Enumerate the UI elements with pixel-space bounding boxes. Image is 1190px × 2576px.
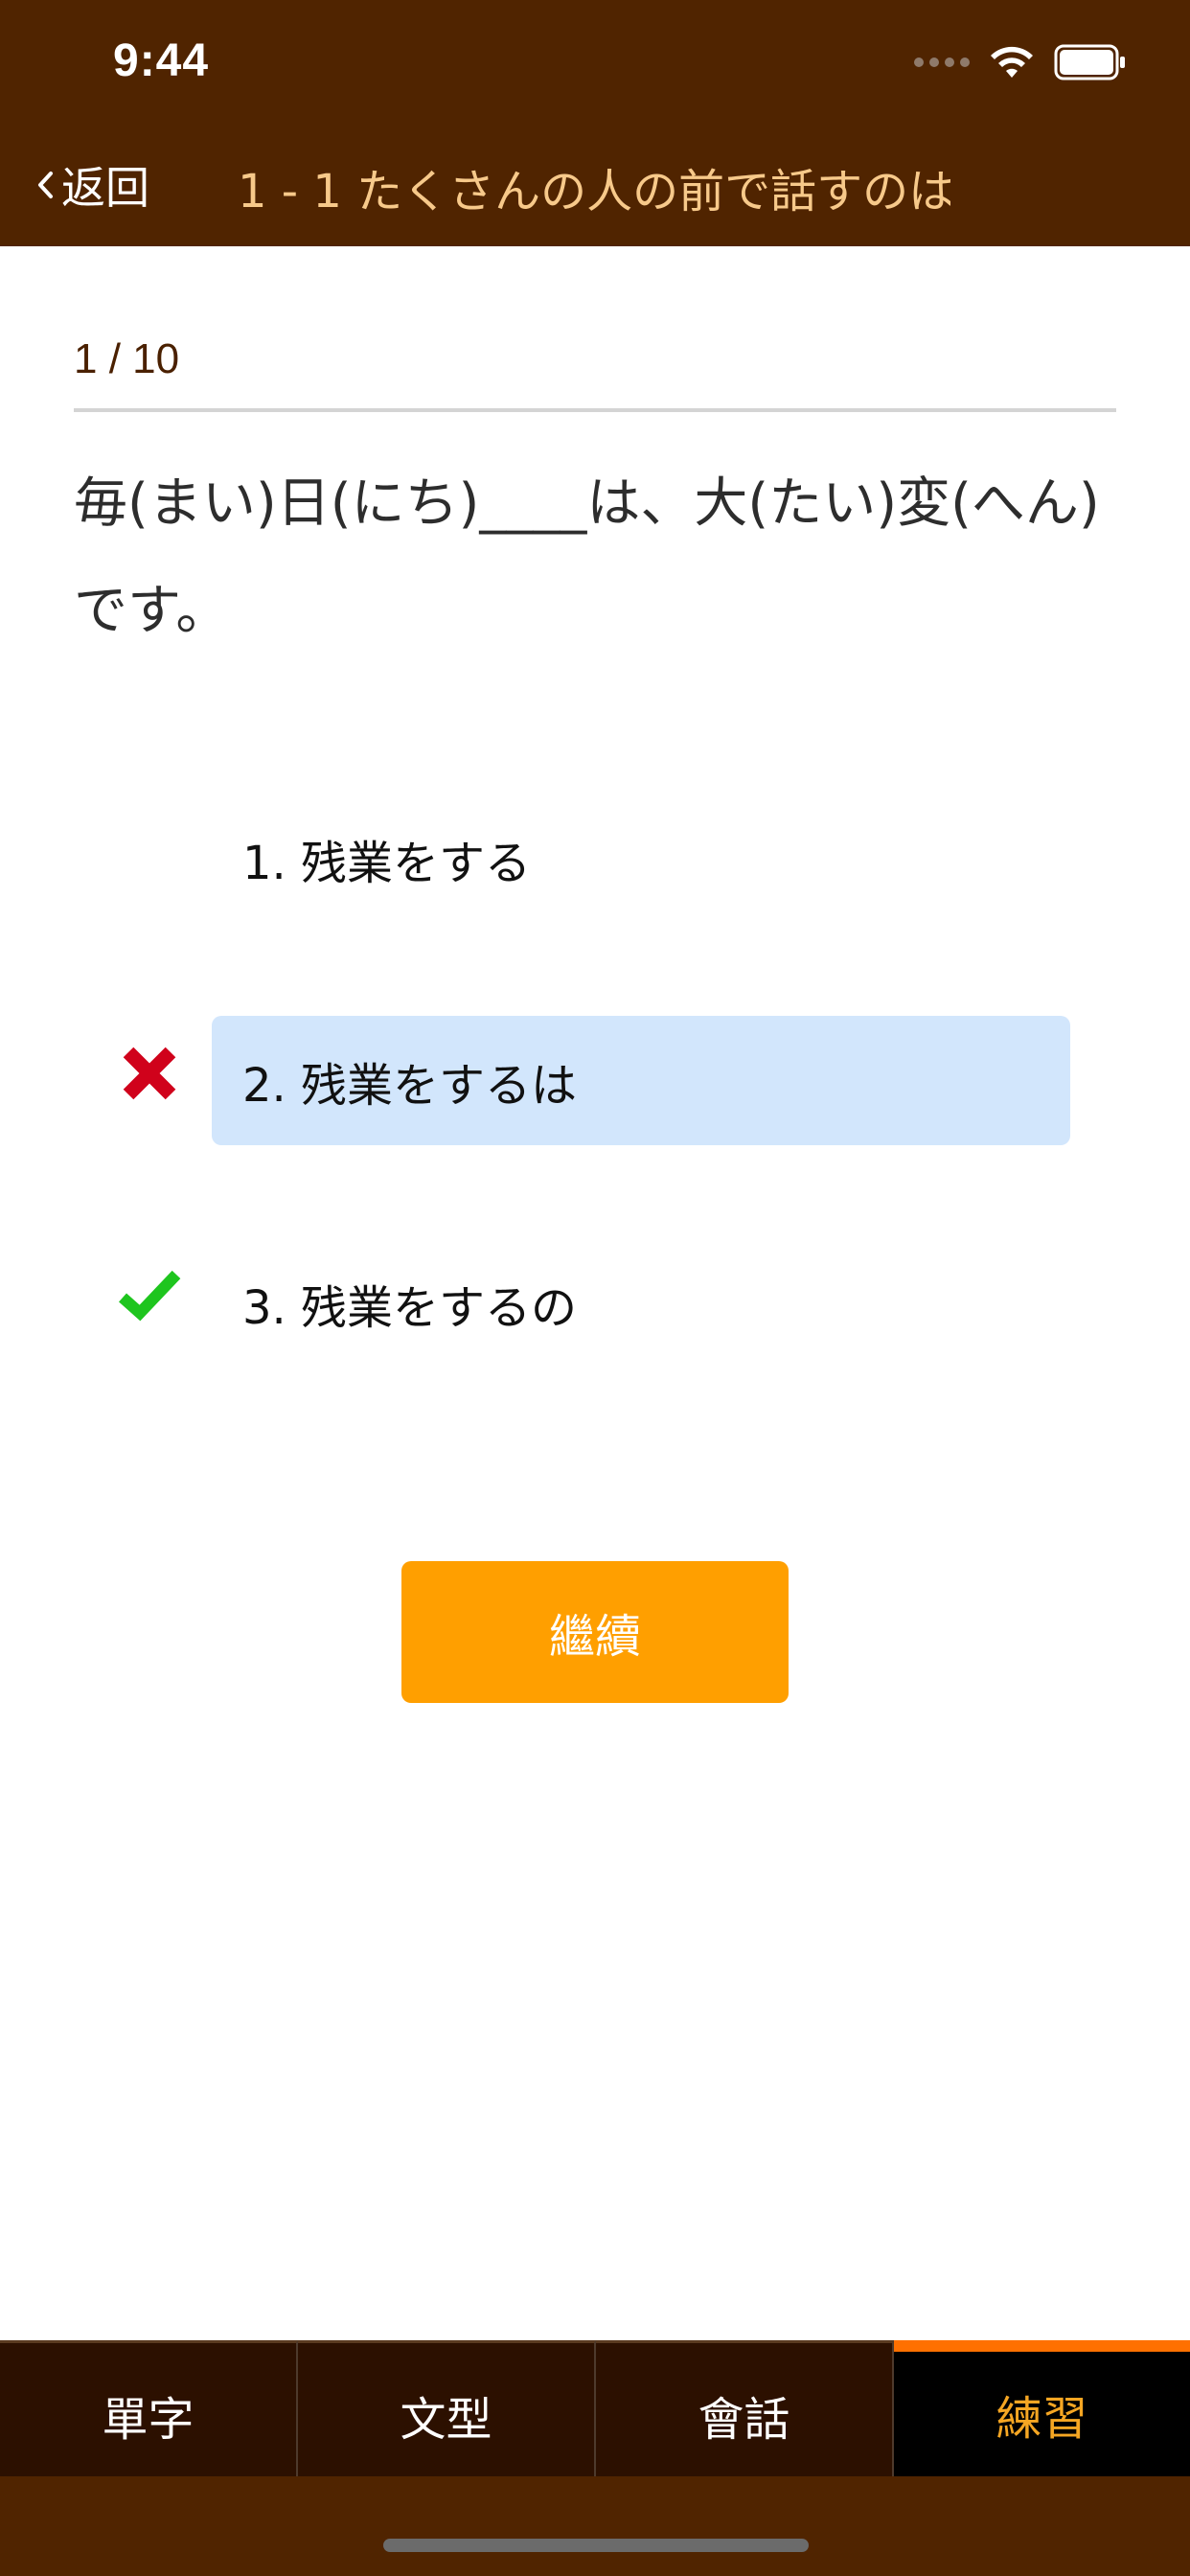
wifi-icon bbox=[991, 46, 1033, 78]
back-label: 返回 bbox=[61, 162, 149, 214]
status-icons bbox=[914, 44, 1127, 80]
divider bbox=[74, 408, 1116, 412]
page-title: 1 - 1 たくさんの人の前で話すのは bbox=[238, 165, 950, 218]
chevron-left-icon bbox=[38, 172, 53, 198]
correct-check-icon bbox=[119, 1270, 181, 1322]
answer-option-1[interactable]: 1. 残業をする bbox=[212, 794, 1070, 923]
tab-conversation[interactable]: 會話 bbox=[596, 2340, 894, 2476]
continue-label: 繼續 bbox=[548, 1610, 641, 1664]
continue-button[interactable]: 繼續 bbox=[401, 1561, 789, 1703]
question-progress: 1 / 10 bbox=[74, 335, 180, 382]
cellular-dots-icon bbox=[914, 58, 970, 67]
top-bar: 9:44 返回 1 - 1 たくさんの人の前で話すのは bbox=[0, 0, 1190, 246]
answer-option-label: 3. 残業をするの bbox=[242, 1280, 578, 1335]
answer-option-label: 2. 残業をするは bbox=[242, 1058, 578, 1113]
answer-option-3[interactable]: 3. 残業をするの bbox=[212, 1238, 1070, 1368]
battery-icon bbox=[1054, 44, 1125, 80]
tab-bar: 單字 文型 會話 練習 bbox=[0, 2340, 1190, 2576]
answer-option-2[interactable]: 2. 残業をするは bbox=[212, 1016, 1070, 1145]
answer-option-label: 1. 残業をする bbox=[242, 836, 532, 890]
home-indicator bbox=[383, 2539, 809, 2552]
status-time: 9:44 bbox=[113, 35, 210, 86]
back-button[interactable]: 返回 bbox=[34, 153, 149, 217]
tab-strip: 單字 文型 會話 練習 bbox=[0, 2340, 1190, 2476]
question-text: 毎(まい)日(にち)____は、大(たい)変(へん)です。 bbox=[74, 472, 1100, 642]
tab-sentence-patterns[interactable]: 文型 bbox=[298, 2340, 596, 2476]
tab-vocabulary[interactable]: 單字 bbox=[0, 2340, 298, 2476]
tab-practice[interactable]: 練習 bbox=[894, 2340, 1190, 2476]
wrong-x-icon bbox=[123, 1046, 176, 1100]
